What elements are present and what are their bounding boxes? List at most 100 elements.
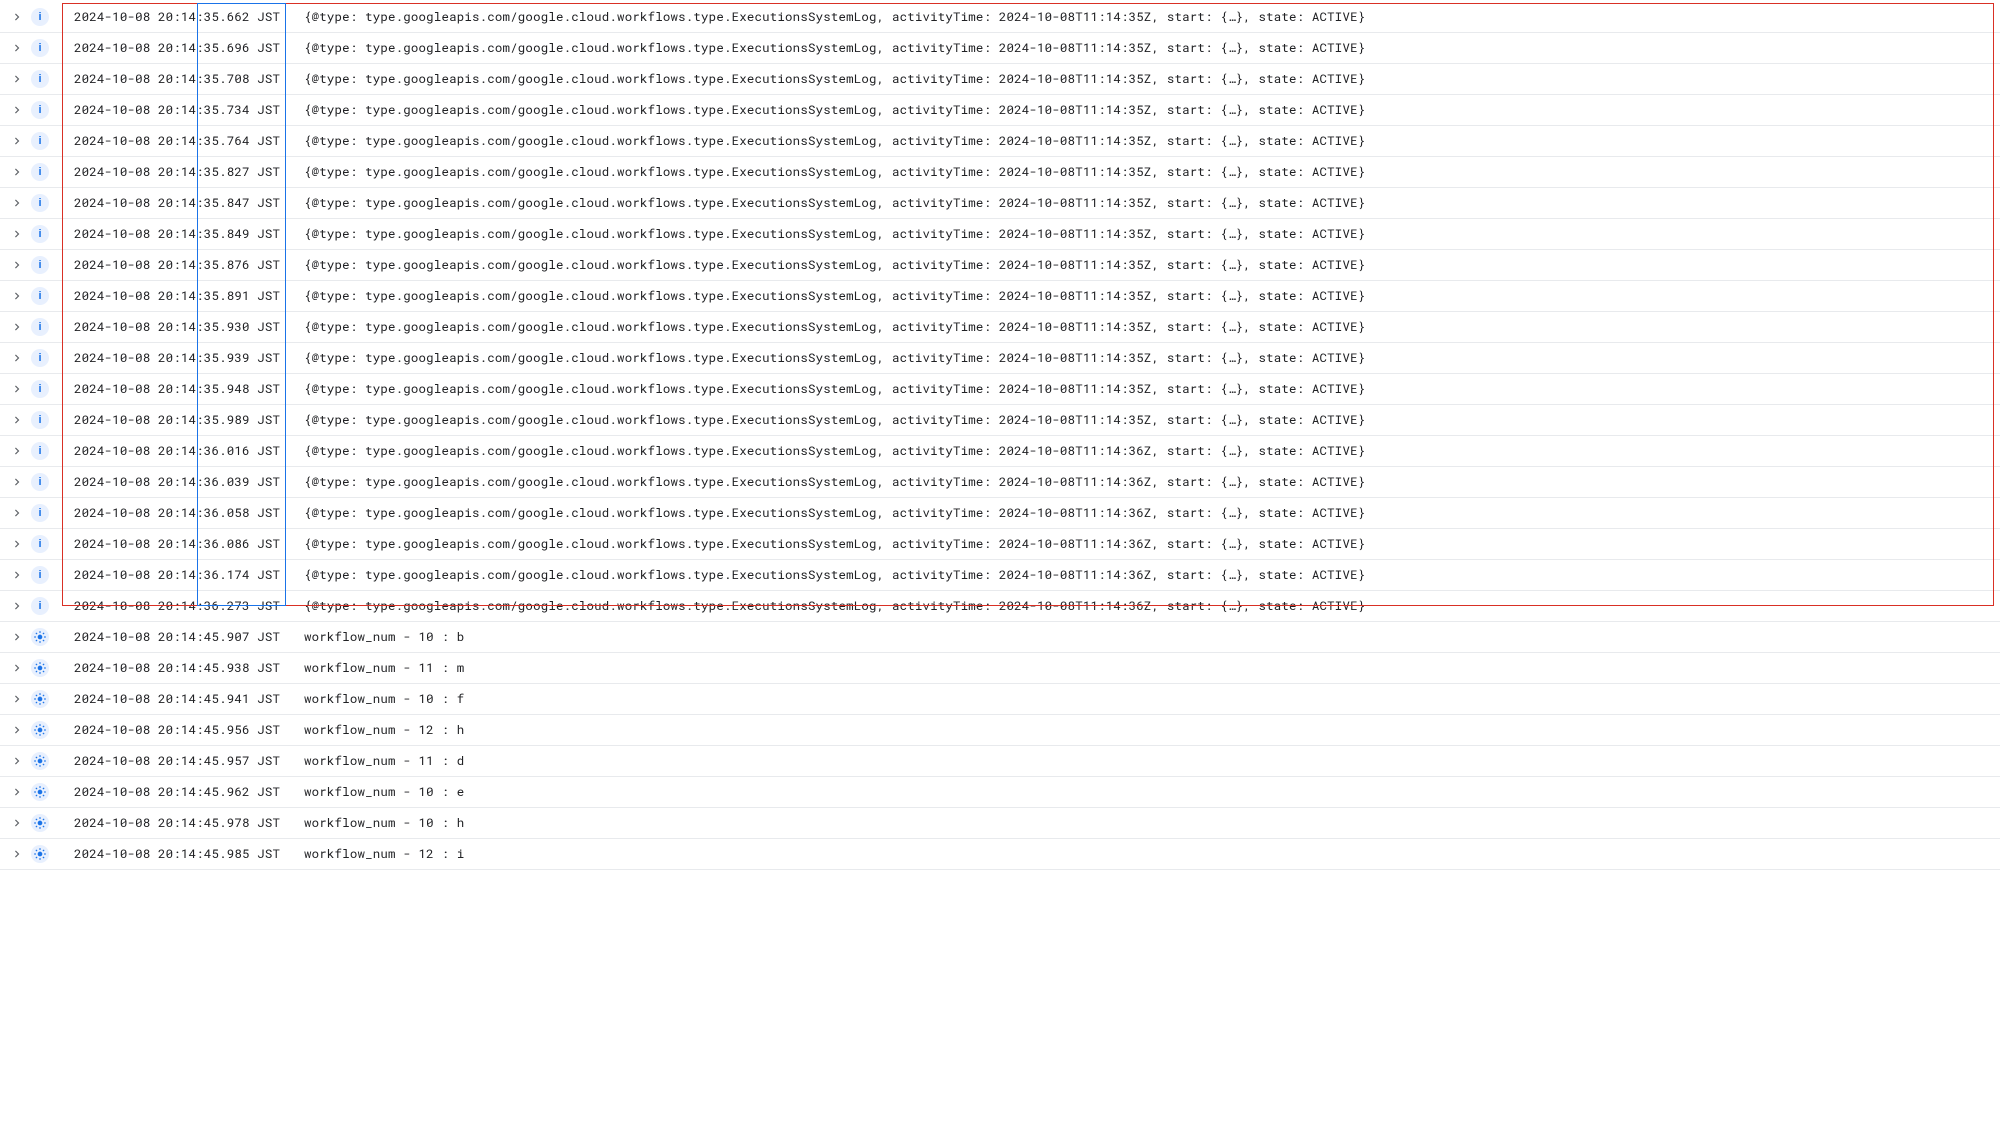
expand-toggle[interactable] <box>8 10 26 24</box>
expand-toggle[interactable] <box>8 847 26 861</box>
log-row[interactable]: i2024-10-08 20:14:36.039 JST{@type: type… <box>0 467 2000 498</box>
log-timestamp: 2024-10-08 20:14:35.948 JST <box>74 381 272 397</box>
expand-toggle[interactable] <box>8 816 26 830</box>
severity-cell[interactable]: i <box>28 194 52 212</box>
log-row[interactable]: 2024-10-08 20:14:45.956 JSTworkflow_num … <box>0 715 2000 746</box>
log-row[interactable]: i2024-10-08 20:14:36.174 JST{@type: type… <box>0 560 2000 591</box>
log-row[interactable]: i2024-10-08 20:14:35.989 JST{@type: type… <box>0 405 2000 436</box>
log-row[interactable]: i2024-10-08 20:14:35.708 JST{@type: type… <box>0 64 2000 95</box>
chevron-right-icon <box>10 630 24 644</box>
severity-cell[interactable]: i <box>28 163 52 181</box>
severity-info-icon: i <box>31 566 49 584</box>
expand-toggle[interactable] <box>8 754 26 768</box>
expand-toggle[interactable] <box>8 506 26 520</box>
expand-toggle[interactable] <box>8 258 26 272</box>
log-row[interactable]: 2024-10-08 20:14:45.941 JSTworkflow_num … <box>0 684 2000 715</box>
severity-cell[interactable]: i <box>28 597 52 615</box>
expand-toggle[interactable] <box>8 351 26 365</box>
log-row[interactable]: 2024-10-08 20:14:45.957 JSTworkflow_num … <box>0 746 2000 777</box>
severity-cell[interactable] <box>28 845 52 863</box>
expand-toggle[interactable] <box>8 568 26 582</box>
expand-toggle[interactable] <box>8 41 26 55</box>
severity-cell[interactable]: i <box>28 535 52 553</box>
log-row[interactable]: i2024-10-08 20:14:35.662 JST{@type: type… <box>0 2 2000 33</box>
chevron-right-icon <box>10 351 24 365</box>
log-row[interactable]: i2024-10-08 20:14:35.734 JST{@type: type… <box>0 95 2000 126</box>
expand-toggle[interactable] <box>8 475 26 489</box>
log-row[interactable]: i2024-10-08 20:14:35.696 JST{@type: type… <box>0 33 2000 64</box>
expand-toggle[interactable] <box>8 444 26 458</box>
log-row[interactable]: i2024-10-08 20:14:36.058 JST{@type: type… <box>0 498 2000 529</box>
log-message: {@type: type.googleapis.com/google.cloud… <box>304 102 1996 118</box>
severity-cell[interactable] <box>28 783 52 801</box>
expand-toggle[interactable] <box>8 165 26 179</box>
expand-toggle[interactable] <box>8 320 26 334</box>
severity-cell[interactable] <box>28 690 52 708</box>
log-row[interactable]: i2024-10-08 20:14:35.827 JST{@type: type… <box>0 157 2000 188</box>
severity-cell[interactable] <box>28 814 52 832</box>
severity-cell[interactable]: i <box>28 8 52 26</box>
log-row[interactable]: i2024-10-08 20:14:36.016 JST{@type: type… <box>0 436 2000 467</box>
severity-cell[interactable]: i <box>28 39 52 57</box>
severity-cell[interactable]: i <box>28 504 52 522</box>
log-row[interactable]: 2024-10-08 20:14:45.962 JSTworkflow_num … <box>0 777 2000 808</box>
severity-cell[interactable]: i <box>28 132 52 150</box>
log-timestamp: 2024-10-08 20:14:45.907 JST <box>74 629 272 645</box>
log-row[interactable]: 2024-10-08 20:14:45.985 JSTworkflow_num … <box>0 839 2000 870</box>
log-row[interactable]: i2024-10-08 20:14:35.849 JST{@type: type… <box>0 219 2000 250</box>
expand-toggle[interactable] <box>8 413 26 427</box>
expand-toggle[interactable] <box>8 692 26 706</box>
chevron-right-icon <box>10 227 24 241</box>
severity-cell[interactable] <box>28 659 52 677</box>
log-row[interactable]: i2024-10-08 20:14:36.273 JST{@type: type… <box>0 591 2000 622</box>
chevron-right-icon <box>10 599 24 613</box>
severity-cell[interactable]: i <box>28 287 52 305</box>
expand-toggle[interactable] <box>8 537 26 551</box>
log-message: {@type: type.googleapis.com/google.cloud… <box>304 567 1996 583</box>
log-timestamp: 2024-10-08 20:14:36.086 JST <box>74 536 272 552</box>
expand-toggle[interactable] <box>8 72 26 86</box>
severity-cell[interactable]: i <box>28 70 52 88</box>
severity-cell[interactable]: i <box>28 566 52 584</box>
log-timestamp: 2024-10-08 20:14:36.273 JST <box>74 598 272 614</box>
severity-cell[interactable] <box>28 752 52 770</box>
expand-toggle[interactable] <box>8 723 26 737</box>
severity-cell[interactable]: i <box>28 442 52 460</box>
expand-toggle[interactable] <box>8 103 26 117</box>
expand-toggle[interactable] <box>8 599 26 613</box>
expand-toggle[interactable] <box>8 382 26 396</box>
expand-toggle[interactable] <box>8 785 26 799</box>
severity-cell[interactable]: i <box>28 318 52 336</box>
log-message: {@type: type.googleapis.com/google.cloud… <box>304 288 1996 304</box>
log-row[interactable]: i2024-10-08 20:14:35.847 JST{@type: type… <box>0 188 2000 219</box>
expand-toggle[interactable] <box>8 227 26 241</box>
log-row[interactable]: i2024-10-08 20:14:35.939 JST{@type: type… <box>0 343 2000 374</box>
severity-cell[interactable]: i <box>28 380 52 398</box>
chevron-right-icon <box>10 103 24 117</box>
log-row[interactable]: i2024-10-08 20:14:35.948 JST{@type: type… <box>0 374 2000 405</box>
severity-cell[interactable] <box>28 721 52 739</box>
severity-debug-icon <box>31 628 49 646</box>
expand-toggle[interactable] <box>8 134 26 148</box>
severity-debug-icon <box>31 690 49 708</box>
log-row[interactable]: i2024-10-08 20:14:35.891 JST{@type: type… <box>0 281 2000 312</box>
log-row[interactable]: i2024-10-08 20:14:35.876 JST{@type: type… <box>0 250 2000 281</box>
severity-debug-icon <box>31 814 49 832</box>
severity-cell[interactable]: i <box>28 225 52 243</box>
log-row[interactable]: 2024-10-08 20:14:45.907 JSTworkflow_num … <box>0 622 2000 653</box>
log-row[interactable]: 2024-10-08 20:14:45.978 JSTworkflow_num … <box>0 808 2000 839</box>
expand-toggle[interactable] <box>8 196 26 210</box>
expand-toggle[interactable] <box>8 289 26 303</box>
log-row[interactable]: i2024-10-08 20:14:35.764 JST{@type: type… <box>0 126 2000 157</box>
severity-cell[interactable]: i <box>28 473 52 491</box>
severity-cell[interactable]: i <box>28 256 52 274</box>
severity-cell[interactable] <box>28 628 52 646</box>
severity-cell[interactable]: i <box>28 101 52 119</box>
expand-toggle[interactable] <box>8 630 26 644</box>
log-row[interactable]: i2024-10-08 20:14:36.086 JST{@type: type… <box>0 529 2000 560</box>
log-row[interactable]: i2024-10-08 20:14:35.930 JST{@type: type… <box>0 312 2000 343</box>
log-row[interactable]: 2024-10-08 20:14:45.938 JSTworkflow_num … <box>0 653 2000 684</box>
severity-cell[interactable]: i <box>28 349 52 367</box>
expand-toggle[interactable] <box>8 661 26 675</box>
severity-cell[interactable]: i <box>28 411 52 429</box>
